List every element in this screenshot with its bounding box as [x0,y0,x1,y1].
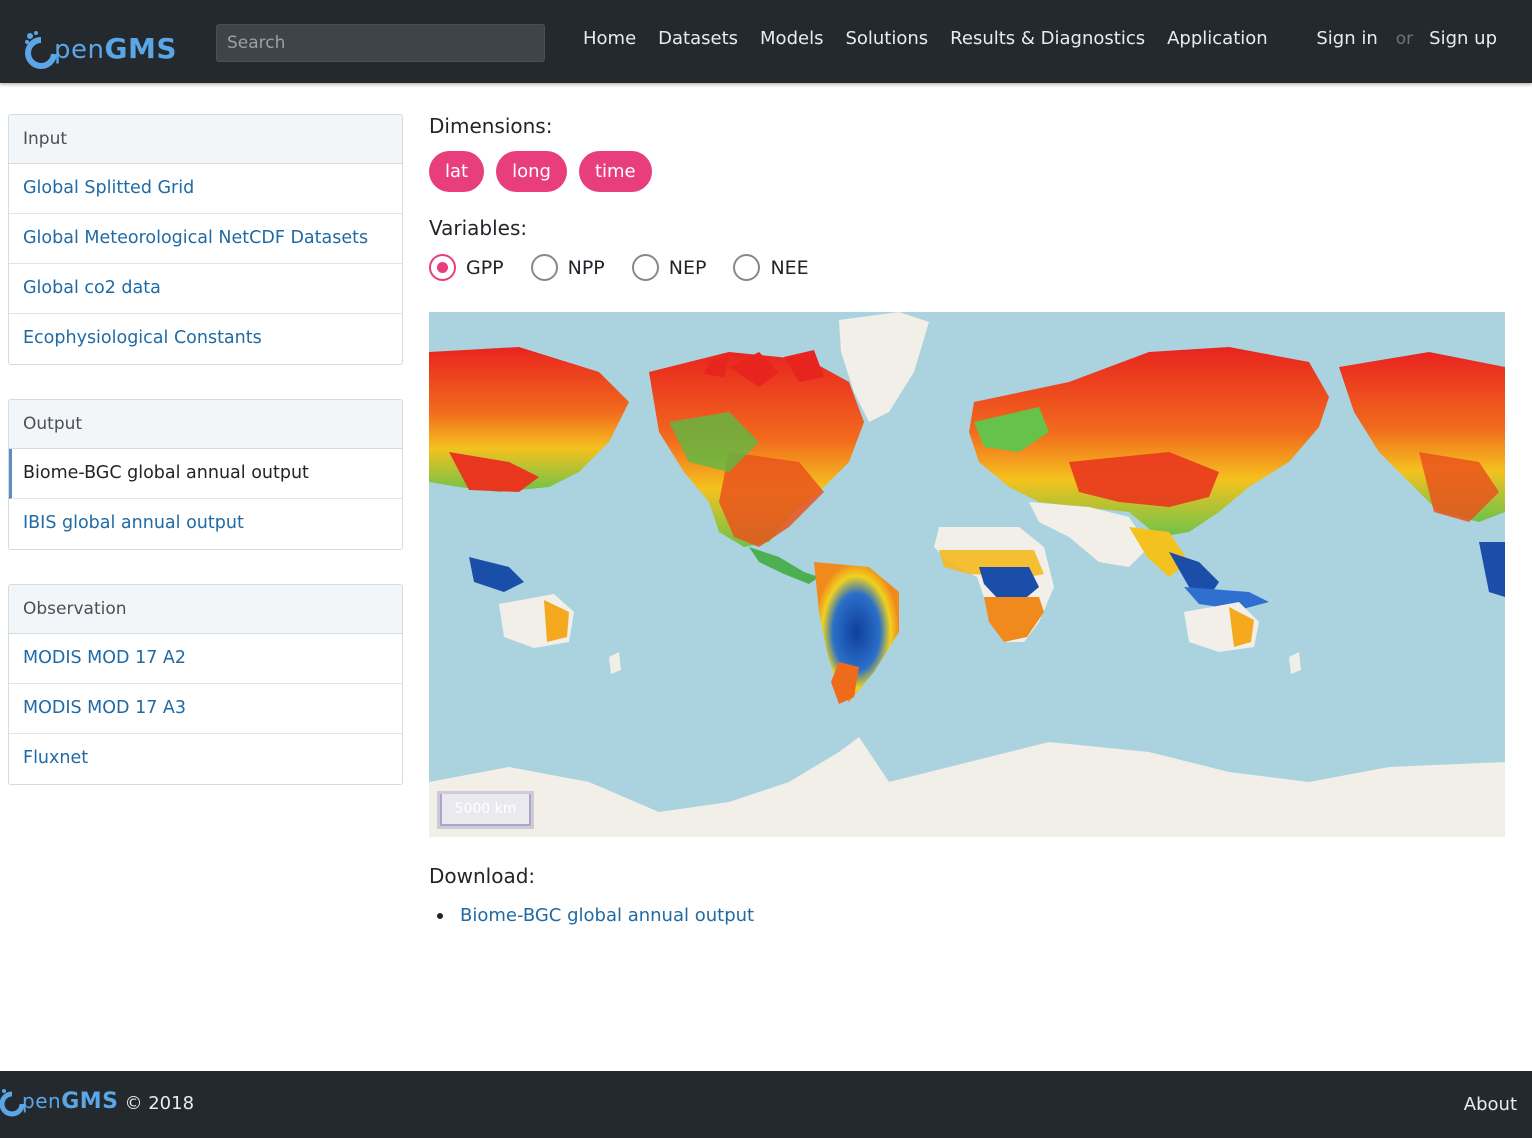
input-group: Input Global Splitted Grid Global Meteor… [8,114,403,365]
logo-o-mark [0,1086,25,1118]
download-label: Download: [429,864,536,888]
auth-links: Sign in or Sign up [1316,28,1497,49]
footer-logo[interactable]: penGMS © 2018 [0,1085,194,1118]
sidebar-item-global-splitted-grid[interactable]: Global Splitted Grid [9,164,402,214]
main-nav: Home Datasets Models Solutions Results &… [583,28,1290,49]
nav-application[interactable]: Application [1167,28,1268,49]
output-group: Output Biome-BGC global annual output IB… [8,399,403,550]
radio-circle-icon [631,254,659,281]
variable-radio-group: GPP NPP NEP NEE [429,254,1505,281]
radio-nep[interactable]: NEP [631,254,707,281]
download-list: Biome-BGC global annual output [437,905,754,926]
dimensions-label: Dimensions: [429,114,553,138]
page-footer: penGMS © 2018 About [0,1071,1532,1138]
dimension-pill-lat[interactable]: lat [429,151,485,192]
group-header-observation: Observation [9,585,402,634]
radio-label: GPP [466,256,504,279]
sidebar-item-modis-mod17a3[interactable]: MODIS MOD 17 A3 [9,684,402,734]
nav-models[interactable]: Models [760,28,823,49]
radio-npp[interactable]: NPP [530,254,605,281]
dimension-pill-time[interactable]: time [578,151,652,192]
radio-label: NEE [770,256,809,279]
download-link-biome-bgc[interactable]: Biome-BGC global annual output [460,905,754,926]
variables-label: Variables: [429,216,528,240]
or-separator: or [1395,28,1414,49]
dimension-pill-long[interactable]: long [496,151,567,192]
sign-in-link[interactable]: Sign in [1316,28,1377,49]
sidebar-item-global-meteorological-netcdf[interactable]: Global Meteorological NetCDF Datasets [9,214,402,264]
sidebar-item-fluxnet[interactable]: Fluxnet [9,734,402,784]
brand-wordmark: penGMS [22,1089,119,1114]
africa-south [984,597,1044,642]
brand-wordmark: penGMS [54,32,177,65]
nav-datasets[interactable]: Datasets [658,28,738,49]
sidebar-item-modis-mod17a2[interactable]: MODIS MOD 17 A2 [9,634,402,684]
radio-circle-icon [530,254,558,281]
map-canvas[interactable] [429,312,1505,837]
sign-up-link[interactable]: Sign up [1429,28,1497,49]
radio-circle-icon [429,254,456,281]
dataset-sidebar: Input Global Splitted Grid Global Meteor… [8,114,403,819]
dimension-pills: lat long time [429,151,1505,192]
copyright-text: © 2018 [124,1093,195,1114]
radio-label: NPP [567,256,605,279]
opengms-logo[interactable]: penGMS [24,14,177,70]
sidebar-item-ibis-output[interactable]: IBIS global annual output [9,499,402,549]
radio-label: NEP [668,256,707,279]
logo-o-mark [24,30,57,70]
group-header-output: Output [9,400,402,449]
top-navbar: penGMS Home Datasets Models Solutions Re… [0,0,1532,83]
group-header-input: Input [9,115,402,164]
search-input[interactable] [216,24,545,62]
bullet-icon [437,912,443,919]
sidebar-item-global-co2-data[interactable]: Global co2 data [9,264,402,314]
main-content: Dimensions: lat long time Variables: GPP… [429,114,1505,926]
antarctica [429,737,1505,837]
observation-group: Observation MODIS MOD 17 A2 MODIS MOD 17… [8,584,403,785]
radio-circle-icon [733,254,761,281]
sidebar-item-biome-bgc-output[interactable]: Biome-BGC global annual output [9,449,402,499]
radio-gpp[interactable]: GPP [429,254,504,281]
nav-results-diagnostics[interactable]: Results & Diagnostics [950,28,1145,49]
nav-home[interactable]: Home [583,28,636,49]
sidebar-item-ecophysiological-constants[interactable]: Ecophysiological Constants [9,314,402,364]
world-map-viewer[interactable]: 5000 km [429,312,1505,837]
nav-solutions[interactable]: Solutions [845,28,928,49]
map-scale-bar: 5000 km [437,791,534,829]
about-link[interactable]: About [1464,1094,1517,1115]
radio-nee[interactable]: NEE [733,254,809,281]
